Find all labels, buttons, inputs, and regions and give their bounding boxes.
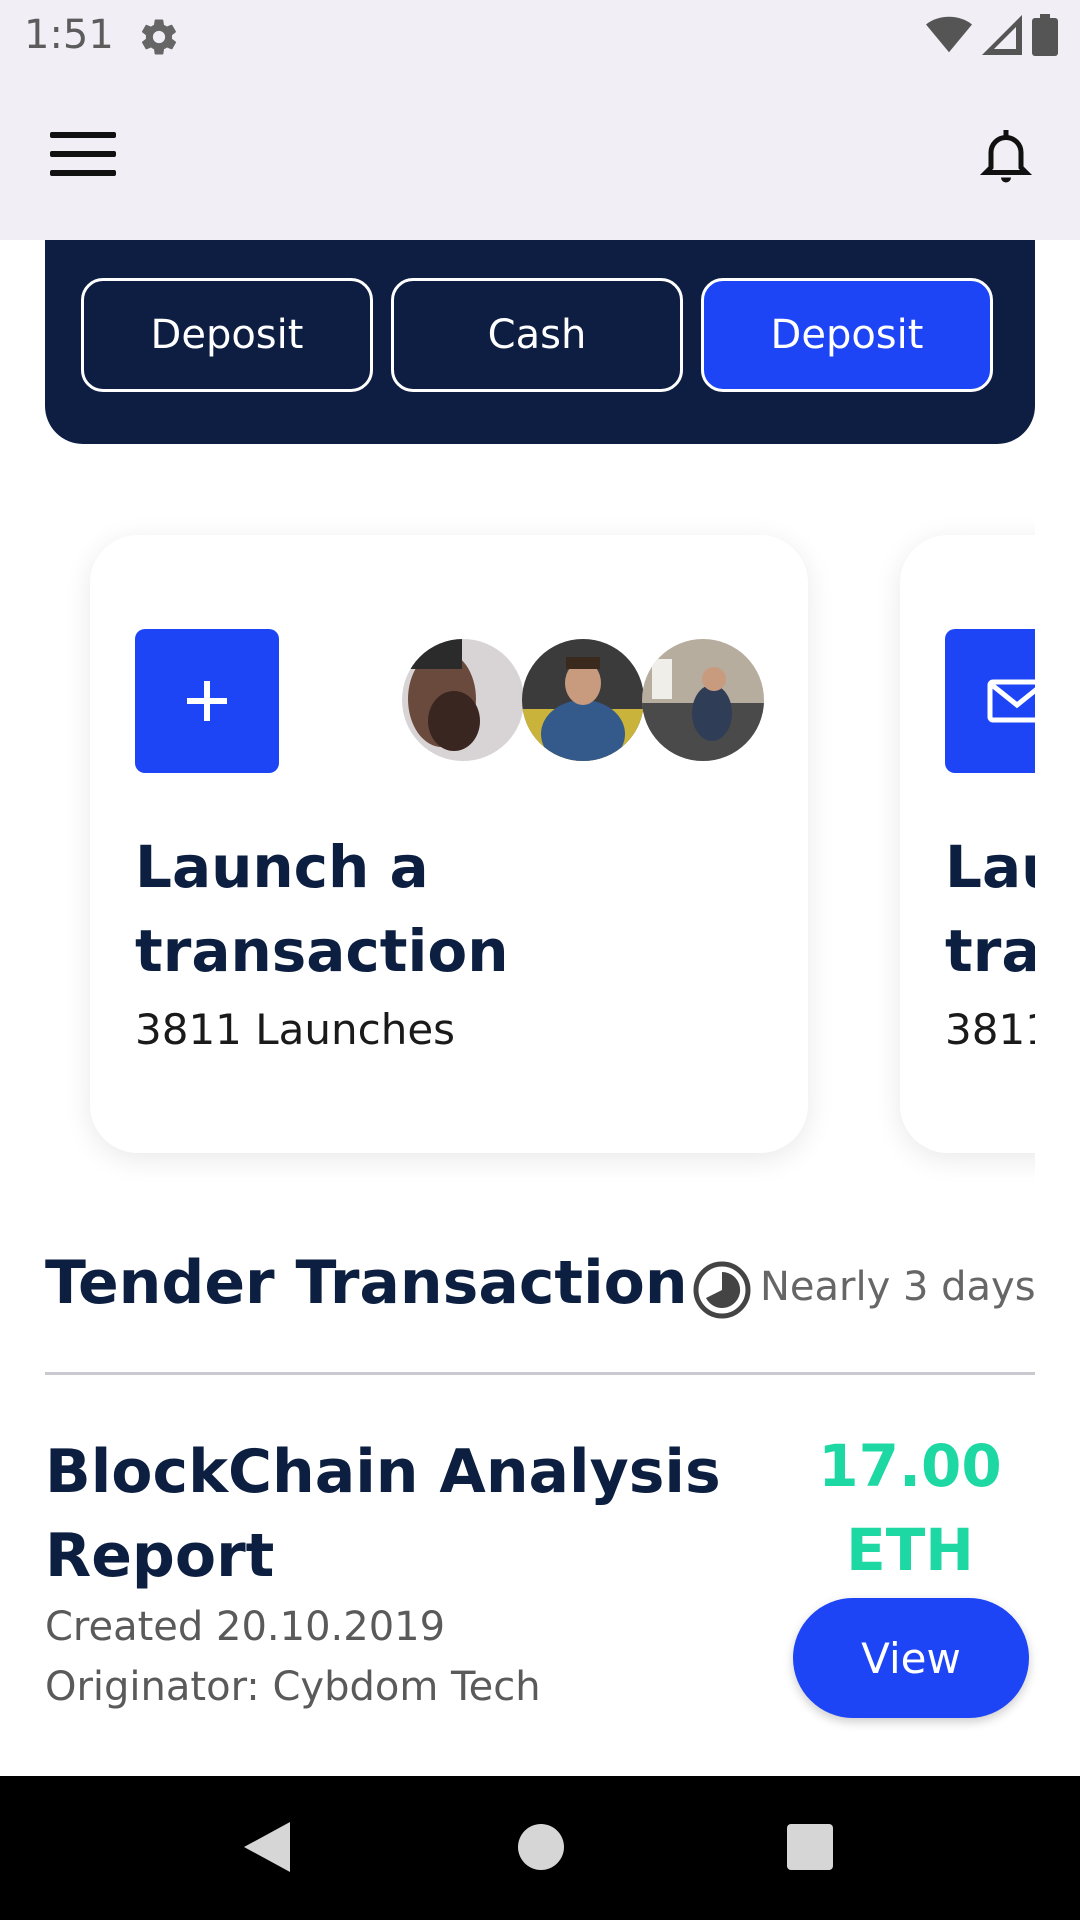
launch-transaction-card[interactable]: Launch a transaction 3811 Launches xyxy=(90,535,808,1153)
transaction-amount: 17.00 ETH xyxy=(790,1424,1030,1592)
status-bar: 1:51 xyxy=(0,0,1080,72)
card-title-line: Lau xyxy=(945,833,1035,901)
transaction-title-line: BlockChain Analysis xyxy=(45,1437,721,1507)
duration-label: Nearly 3 days xyxy=(760,1264,1036,1310)
card-title: Launch a transaction xyxy=(135,825,755,993)
card-subtitle: 3811 Launches xyxy=(135,1005,456,1054)
avatar xyxy=(522,639,644,761)
amount-value: 17.00 xyxy=(818,1432,1002,1500)
settings-gear-icon xyxy=(141,19,177,55)
transaction-title-line: Report xyxy=(45,1521,275,1591)
app-bar xyxy=(0,72,1080,240)
card-title-line: tra xyxy=(945,917,1035,985)
recent-apps-icon[interactable] xyxy=(787,1824,833,1870)
cell-signal-icon xyxy=(982,15,1022,55)
tab-deposit-active[interactable]: Deposit xyxy=(701,278,993,392)
mail-icon[interactable] xyxy=(945,629,1035,773)
secondary-action-card[interactable]: Lau tra 3811 xyxy=(900,535,1035,1153)
menu-icon[interactable] xyxy=(50,132,116,180)
transaction-created-date: Created 20.10.2019 xyxy=(45,1604,446,1650)
card-title: Lau tra xyxy=(945,825,1035,993)
amount-unit: ETH xyxy=(846,1516,974,1584)
home-icon[interactable] xyxy=(518,1824,564,1870)
section-title: Tender Transaction xyxy=(45,1248,688,1318)
participant-avatars xyxy=(402,639,782,761)
tab-panel: Deposit Cash Deposit xyxy=(45,240,1035,444)
avatar xyxy=(402,639,524,761)
transaction-originator: Originator: Cybdom Tech xyxy=(45,1664,541,1710)
avatar xyxy=(642,639,764,761)
transaction-title: BlockChain Analysis Report xyxy=(45,1430,765,1598)
notification-bell-icon[interactable] xyxy=(976,124,1036,186)
battery-icon xyxy=(1032,14,1058,56)
back-icon[interactable] xyxy=(244,1822,290,1872)
tab-cash[interactable]: Cash xyxy=(391,278,683,392)
action-card-carousel[interactable]: Launch a transaction 3811 Launches Lau t… xyxy=(45,480,1035,1200)
card-subtitle: 3811 xyxy=(945,1005,1035,1054)
status-icons xyxy=(926,14,1058,56)
tab-deposit[interactable]: Deposit xyxy=(81,278,373,392)
divider xyxy=(45,1372,1035,1375)
card-title-line: Launch a xyxy=(135,833,429,901)
wifi-icon xyxy=(926,16,972,53)
clock-icon xyxy=(693,1261,751,1319)
view-button[interactable]: View xyxy=(793,1598,1029,1718)
status-time: 1:51 xyxy=(24,12,114,58)
plus-icon[interactable] xyxy=(135,629,279,773)
card-title-line: transaction xyxy=(135,917,509,985)
